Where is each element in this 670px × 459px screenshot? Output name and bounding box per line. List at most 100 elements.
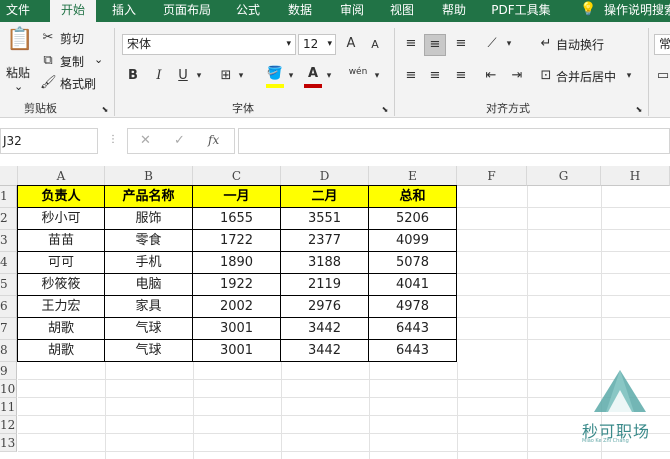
table-cell[interactable]: 电脑	[105, 274, 193, 296]
cut-button[interactable]: 剪切	[60, 30, 84, 47]
wrap-text-button[interactable]: 自动换行	[556, 36, 604, 53]
select-all-corner[interactable]	[0, 166, 18, 186]
decrease-font-size-icon[interactable]: A	[368, 37, 382, 53]
row-header[interactable]: 2	[0, 208, 17, 230]
borders-icon[interactable]: ⊞	[218, 68, 234, 84]
table-cell[interactable]: 零食	[105, 230, 193, 252]
row-header[interactable]: 13	[0, 434, 17, 452]
tab-insert[interactable]: 插入	[108, 0, 140, 22]
tell-me-search[interactable]: 操作说明搜索	[604, 0, 670, 22]
copy-button[interactable]: 复制	[60, 53, 84, 70]
align-bottom-icon[interactable]: ≡	[452, 36, 470, 52]
table-cell[interactable]: 1890	[193, 252, 281, 274]
table-cell[interactable]: 6443	[369, 340, 457, 362]
tab-help[interactable]: 帮助	[438, 0, 470, 22]
align-left-icon[interactable]: ≡	[402, 68, 420, 84]
increase-font-size-icon[interactable]: A	[344, 36, 358, 52]
table-cell[interactable]: 2377	[281, 230, 369, 252]
table-cell[interactable]: 5206	[369, 208, 457, 230]
paste-icon[interactable]: 📋	[6, 29, 33, 58]
table-header-cell[interactable]: 二月	[281, 186, 369, 208]
bold-button[interactable]: B	[126, 68, 140, 84]
table-cell[interactable]: 3551	[281, 208, 369, 230]
table-cell[interactable]: 服饰	[105, 208, 193, 230]
column-header-d[interactable]: D	[281, 166, 369, 186]
orientation-icon[interactable]: ⟋	[482, 36, 502, 52]
tab-home[interactable]: 开始	[50, 0, 96, 22]
merge-center-icon[interactable]: ⊡	[538, 68, 554, 84]
table-cell[interactable]: 3001	[193, 318, 281, 340]
table-cell[interactable]: 3188	[281, 252, 369, 274]
column-header-b[interactable]: B	[105, 166, 193, 186]
table-cell[interactable]: 胡歌	[18, 318, 105, 340]
row-header[interactable]: 9	[0, 362, 17, 380]
format-painter-button[interactable]: 格式刷	[60, 75, 96, 92]
row-header[interactable]: 7	[0, 318, 17, 340]
currency-icon[interactable]: ▭	[656, 68, 670, 84]
table-cell[interactable]: 6443	[369, 318, 457, 340]
wrap-text-icon[interactable]: ↵	[538, 36, 554, 52]
font-launcher-icon[interactable]: ⬊	[380, 102, 390, 118]
spreadsheet-grid[interactable]: A B C D E F G H 1 2 3 4 5 6 7 8 9 10 11 …	[0, 166, 670, 459]
table-cell[interactable]: 5078	[369, 252, 457, 274]
tab-page-layout[interactable]: 页面布局	[158, 0, 216, 22]
table-cell[interactable]: 3442	[281, 340, 369, 362]
name-box[interactable]: J32	[0, 128, 98, 154]
align-middle-icon[interactable]: ≡	[424, 34, 446, 56]
table-cell[interactable]: 3442	[281, 318, 369, 340]
table-cell[interactable]: 胡歌	[18, 340, 105, 362]
enter-icon[interactable]: ✓	[174, 133, 185, 148]
chevron-down-icon[interactable]: ▾	[504, 36, 514, 52]
table-header-cell[interactable]: 产品名称	[105, 186, 193, 208]
row-header[interactable]: 6	[0, 296, 17, 318]
table-cell[interactable]: 2002	[193, 296, 281, 318]
chevron-down-icon[interactable]: ▾	[236, 68, 246, 84]
paste-dropdown-icon[interactable]: ⌄	[14, 80, 23, 93]
chevron-down-icon[interactable]: ▾	[372, 68, 382, 84]
table-cell[interactable]: 4978	[369, 296, 457, 318]
insert-function-icon[interactable]: fx	[208, 133, 219, 147]
table-cell[interactable]: 1655	[193, 208, 281, 230]
chevron-down-icon[interactable]: ▾	[624, 68, 634, 84]
row-header[interactable]: 1	[0, 186, 17, 208]
row-header[interactable]: 11	[0, 398, 17, 416]
align-top-icon[interactable]: ≡	[402, 36, 420, 52]
chevron-down-icon[interactable]: ▾	[194, 68, 204, 84]
formula-input[interactable]	[238, 128, 670, 154]
table-cell[interactable]: 4041	[369, 274, 457, 296]
table-cell[interactable]: 1722	[193, 230, 281, 252]
decrease-indent-icon[interactable]: ⇤	[482, 68, 500, 84]
table-cell[interactable]: 秒小可	[18, 208, 105, 230]
table-cell[interactable]: 王力宏	[18, 296, 105, 318]
table-cell[interactable]: 3001	[193, 340, 281, 362]
column-header-e[interactable]: E	[369, 166, 457, 186]
table-cell[interactable]: 气球	[105, 340, 193, 362]
column-header-c[interactable]: C	[193, 166, 281, 186]
table-cell[interactable]: 手机	[105, 252, 193, 274]
scissors-icon[interactable]: ✂	[40, 30, 56, 46]
row-header[interactable]: 12	[0, 416, 17, 434]
row-header[interactable]: 10	[0, 380, 17, 398]
table-cell[interactable]: 1922	[193, 274, 281, 296]
table-cell[interactable]: 气球	[105, 318, 193, 340]
clipboard-launcher-icon[interactable]: ⬊	[100, 102, 110, 118]
row-header[interactable]: 5	[0, 274, 17, 296]
align-right-icon[interactable]: ≡	[452, 68, 470, 84]
table-cell[interactable]: 苗苗	[18, 230, 105, 252]
font-size-select[interactable]: 12 ▾	[298, 34, 336, 55]
row-header[interactable]: 4	[0, 252, 17, 274]
italic-button[interactable]: I	[152, 68, 166, 84]
align-center-icon[interactable]: ≡	[426, 68, 444, 84]
tab-view[interactable]: 视图	[386, 0, 418, 22]
table-header-cell[interactable]: 总和	[369, 186, 457, 208]
number-format-select[interactable]: 常	[654, 34, 670, 55]
table-cell[interactable]: 2119	[281, 274, 369, 296]
copy-dropdown-icon[interactable]: ⌄	[94, 53, 103, 66]
cancel-icon[interactable]: ✕	[140, 133, 151, 148]
paste-button[interactable]: 粘贴	[6, 64, 30, 81]
tab-review[interactable]: 审阅	[336, 0, 368, 22]
table-header-cell[interactable]: 一月	[193, 186, 281, 208]
font-name-select[interactable]: 宋体 ▾	[122, 34, 296, 55]
table-cell[interactable]: 可可	[18, 252, 105, 274]
table-cell[interactable]: 2976	[281, 296, 369, 318]
